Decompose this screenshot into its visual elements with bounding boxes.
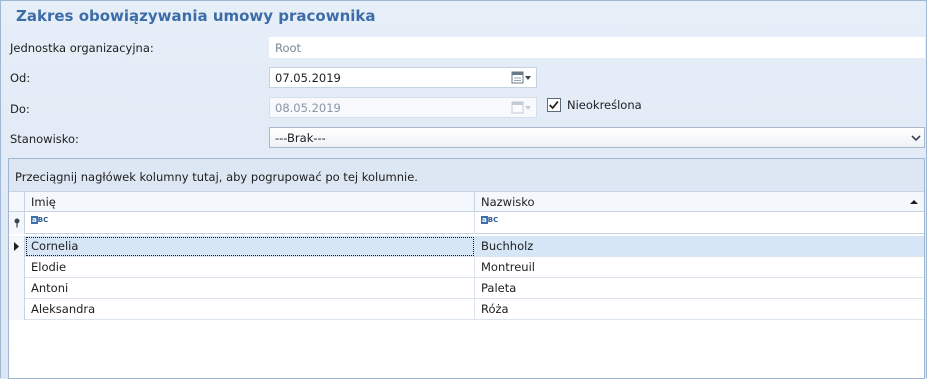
filter-row: aBC aBC [9,212,924,234]
cell-first-name[interactable]: Elodie [25,257,475,278]
text-filter-icon: aBC [481,216,499,224]
from-label: Od: [10,71,31,85]
column-header-last-name[interactable]: Nazwisko [475,192,924,212]
unit-label: Jednostka organizacyjna: [10,41,154,55]
table-row[interactable]: Elodie Montreuil [9,257,924,278]
row-indicator [9,278,25,299]
to-date-value: 08.05.2019 [275,101,341,115]
position-value: ---Brak--- [275,131,326,145]
table-row[interactable]: Antoni Paleta [9,278,924,299]
panel-title: Zakres obowiązywania umowy pracownika [16,7,376,25]
filter-cell-last-name[interactable]: aBC [475,212,924,234]
position-select[interactable]: ---Brak--- [269,127,925,148]
employees-grid: Przeciągnij nagłówek kolumny tutaj, aby … [8,158,925,379]
from-date-field[interactable]: 07.05.2019 [269,67,537,88]
text-filter-icon: aBC [31,216,49,224]
contract-range-panel: Zakres obowiązywania umowy pracownika Je… [0,0,927,379]
to-label: Do: [10,102,30,116]
position-label: Stanowisko: [10,132,79,146]
from-date-value: 07.05.2019 [275,71,341,85]
filter-cell-first-name[interactable]: aBC [25,212,475,234]
chevron-down-icon [911,135,921,142]
cell-first-name[interactable]: Aleksandra [25,299,475,320]
unit-field[interactable]: Root [269,37,925,58]
row-pointer-icon [14,242,19,251]
cell-last-name[interactable]: Paleta [475,278,924,299]
cell-first-name[interactable]: Antoni [25,278,475,299]
sort-asc-icon [910,200,918,204]
checkmark-icon [549,101,559,110]
cell-first-name[interactable]: Cornelia [25,236,475,257]
calendar-icon [511,101,531,114]
column-header-last-name-label: Nazwisko [481,195,535,209]
calendar-icon[interactable] [511,71,533,85]
column-header-first-name-label: Imię [31,195,56,209]
filter-row-indicator [9,212,25,234]
cell-last-name[interactable]: Buchholz [475,236,924,257]
row-indicator [9,299,25,320]
unit-value: Root [275,41,302,55]
row-indicator [9,257,25,278]
to-date-field[interactable]: 08.05.2019 [269,97,537,118]
table-row[interactable]: Cornelia Buchholz [9,236,924,257]
group-by-panel[interactable]: Przeciągnij nagłówek kolumny tutaj, aby … [9,159,924,192]
indefinite-checkbox[interactable] [547,98,561,112]
column-header-first-name[interactable]: Imię [25,192,475,212]
table-row[interactable]: Aleksandra Róża [9,299,924,320]
header-indicator [9,192,25,212]
indefinite-label: Nieokreślona [567,98,642,112]
cell-last-name[interactable]: Montreuil [475,257,924,278]
row-indicator [9,236,25,257]
cell-last-name[interactable]: Róża [475,299,924,320]
filter-pin-icon [14,218,20,228]
